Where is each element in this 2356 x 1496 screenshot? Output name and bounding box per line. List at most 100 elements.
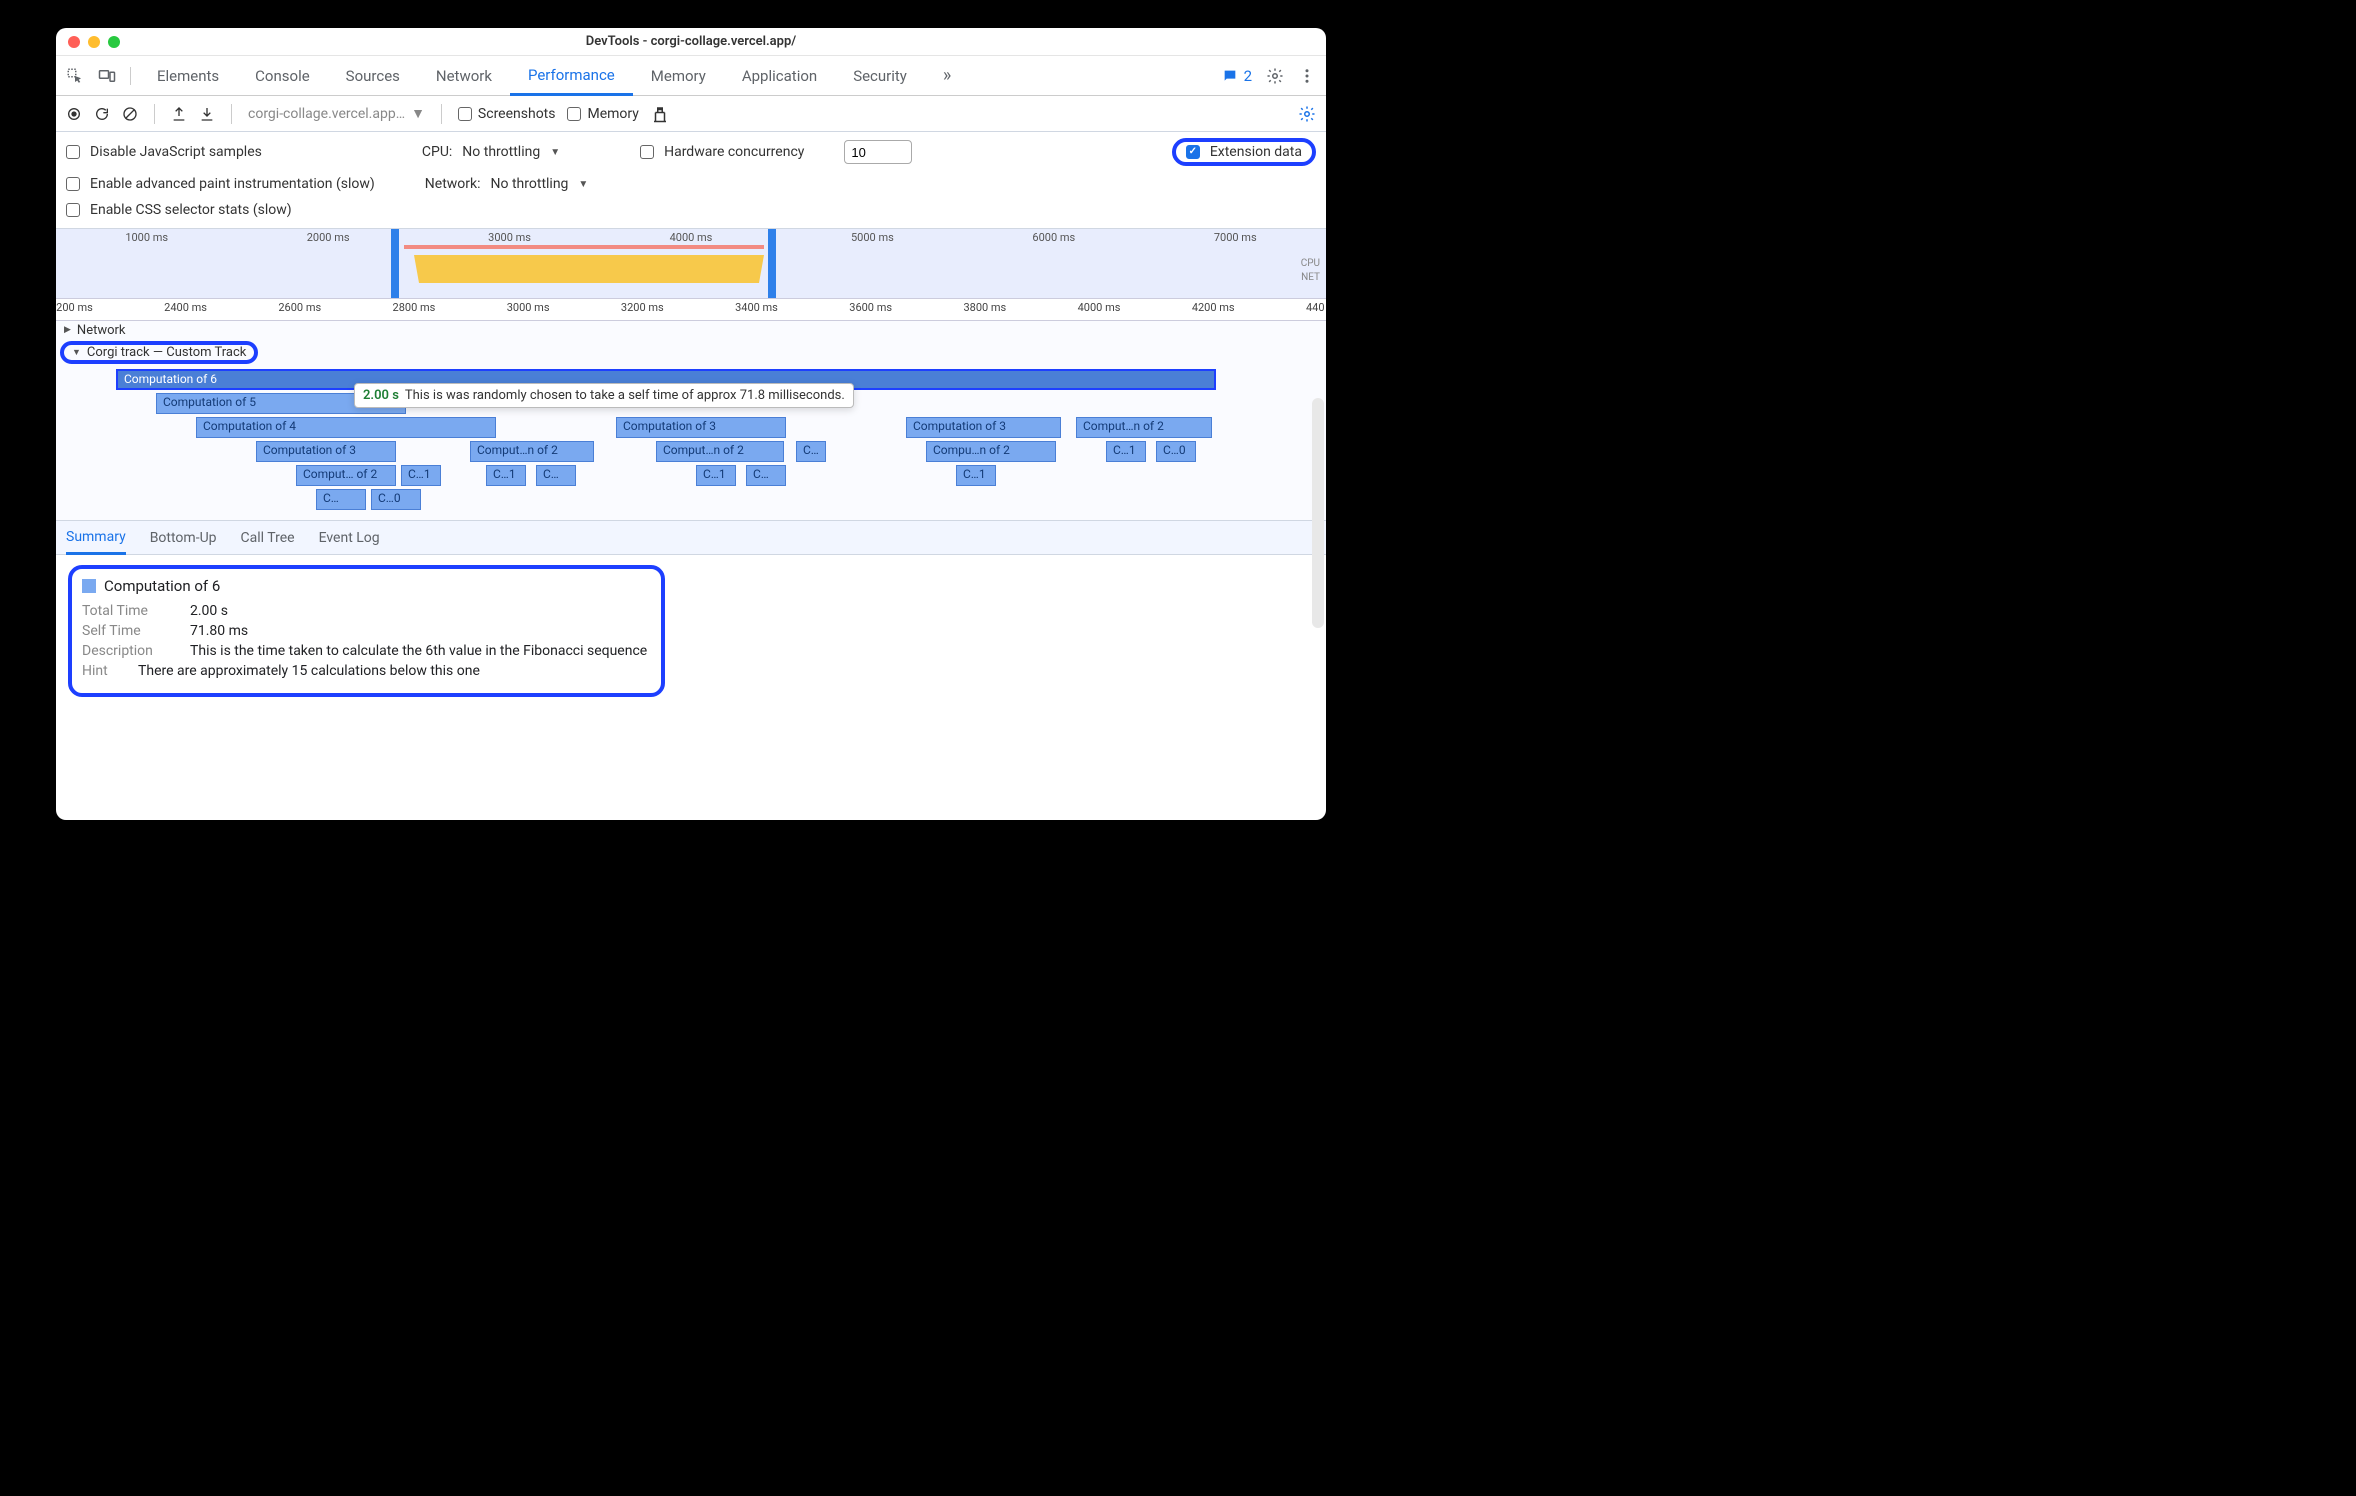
upload-icon[interactable] <box>171 106 187 122</box>
devtools-window: DevTools - corgi-collage.vercel.app/ Ele… <box>56 28 1326 820</box>
tab-event-log[interactable]: Event Log <box>319 521 380 555</box>
flame-bar[interactable]: Comput…n of 2 <box>656 441 784 462</box>
overview-left-handle[interactable] <box>391 229 399 298</box>
flame-bar[interactable]: C… <box>796 441 826 462</box>
vertical-scrollbar[interactable] <box>1312 398 1324 628</box>
titlebar: DevTools - corgi-collage.vercel.app/ <box>56 28 1326 56</box>
more-tabs-button[interactable]: » <box>925 56 969 96</box>
cpu-throttle-label: CPU: <box>422 144 452 160</box>
total-time-label: Total Time <box>82 603 174 619</box>
download-icon[interactable] <box>199 106 215 122</box>
overview-strip[interactable]: 1000 ms 2000 ms 3000 ms 4000 ms 5000 ms … <box>56 229 1326 299</box>
device-toolbar-icon[interactable] <box>98 67 116 85</box>
summary-highlight: Computation of 6 Total Time2.00 s Self T… <box>68 565 665 697</box>
issues-count: 2 <box>1244 67 1252 85</box>
flame-bar[interactable]: Computation of 4 <box>196 417 496 438</box>
capture-settings-gear-icon[interactable] <box>1298 105 1316 123</box>
tab-memory[interactable]: Memory <box>633 56 724 96</box>
settings-gear-icon[interactable] <box>1266 67 1284 85</box>
garbage-collect-icon[interactable] <box>651 105 669 123</box>
flame-bar[interactable]: Computation of 3 <box>256 441 396 462</box>
flame-bar[interactable]: C…1 <box>401 465 441 486</box>
flame-bar[interactable]: Comput…n of 2 <box>1076 417 1212 438</box>
overview-right-handle[interactable] <box>768 229 776 298</box>
close-window-button[interactable] <box>68 36 80 48</box>
css-selector-stats-checkbox[interactable]: Enable CSS selector stats (slow) <box>66 202 292 218</box>
details-tabbar: Summary Bottom-Up Call Tree Event Log <box>56 521 1326 555</box>
corgi-track-highlight: ▼ Corgi track — Custom Track <box>60 341 258 364</box>
overview-window[interactable] <box>391 229 776 298</box>
disable-js-samples-checkbox[interactable]: Disable JavaScript samples <box>66 144 262 160</box>
tab-elements[interactable]: Elements <box>139 56 237 96</box>
flame-bar[interactable]: Computation of 3 <box>616 417 786 438</box>
zoom-window-button[interactable] <box>108 36 120 48</box>
detail-ruler[interactable]: 2200 ms2400 ms2600 ms2800 ms3000 ms3200 … <box>56 299 1326 321</box>
flame-bar[interactable]: Computation of 3 <box>906 417 1061 438</box>
flame-chart-area[interactable]: ▶ Network ▼ Corgi track — Custom Track C… <box>56 321 1326 521</box>
tab-security[interactable]: Security <box>835 56 925 96</box>
overview-tick: 1000 ms <box>125 231 168 244</box>
tab-sources[interactable]: Sources <box>328 56 418 96</box>
flame-bar[interactable]: C… <box>316 489 366 510</box>
ruler-tick: 2800 ms <box>393 301 436 314</box>
clear-icon[interactable] <box>122 106 138 122</box>
ruler-tick: 3800 ms <box>963 301 1006 314</box>
record-button-icon[interactable] <box>66 106 82 122</box>
flame-bar[interactable]: C…1 <box>956 465 996 486</box>
tab-network[interactable]: Network <box>418 56 510 96</box>
tab-call-tree[interactable]: Call Tree <box>241 521 295 555</box>
chevron-down-icon: ▼ <box>411 105 425 122</box>
flame-bar[interactable]: Comput…n of 2 <box>470 441 594 462</box>
kebab-menu-icon[interactable] <box>1298 67 1316 85</box>
flame-bar[interactable]: C…0 <box>1156 441 1196 462</box>
flame-bar[interactable]: C…1 <box>696 465 736 486</box>
performance-toolbar: corgi-collage.vercel.app… ▼ Screenshots … <box>56 96 1326 132</box>
ruler-tick: 2600 ms <box>278 301 321 314</box>
ruler-tick: 440 <box>1306 301 1325 314</box>
total-time-value: 2.00 s <box>190 603 228 619</box>
cpu-throttle-select[interactable]: No throttling▼ <box>462 144 560 160</box>
network-track-header[interactable]: ▶ Network <box>56 321 1326 339</box>
tab-application[interactable]: Application <box>724 56 835 96</box>
tab-performance[interactable]: Performance <box>510 56 633 96</box>
flame-bar[interactable]: Compu…n of 2 <box>926 441 1056 462</box>
memory-checkbox[interactable]: Memory <box>567 106 638 122</box>
tab-bottom-up[interactable]: Bottom-Up <box>150 521 217 555</box>
flame-bar[interactable]: C…0 <box>371 489 421 510</box>
ruler-tick: 3400 ms <box>735 301 778 314</box>
summary-title-text: Computation of 6 <box>104 577 220 595</box>
tooltip-text: This is was randomly chosen to take a se… <box>405 388 845 403</box>
advanced-paint-checkbox[interactable]: Enable advanced paint instrumentation (s… <box>66 176 375 192</box>
issues-badge[interactable]: 2 <box>1222 67 1252 85</box>
recording-select[interactable]: corgi-collage.vercel.app… ▼ <box>248 105 425 122</box>
tab-summary[interactable]: Summary <box>66 521 126 555</box>
screenshots-checkbox[interactable]: Screenshots <box>458 106 556 122</box>
flame-bar[interactable]: C…1 <box>486 465 526 486</box>
ruler-tick: 4200 ms <box>1192 301 1235 314</box>
self-time-value: 71.80 ms <box>190 623 248 639</box>
flame-bar[interactable]: C… <box>536 465 576 486</box>
reload-record-icon[interactable] <box>94 106 110 122</box>
expand-arrow-icon: ▶ <box>64 325 71 335</box>
ruler-tick: 3000 ms <box>507 301 550 314</box>
chat-icon <box>1222 68 1238 84</box>
hint-label: Hint <box>82 663 122 679</box>
tab-console[interactable]: Console <box>237 56 328 96</box>
hardware-concurrency-input[interactable] <box>844 140 912 164</box>
extension-data-checkbox[interactable]: Extension data <box>1186 144 1302 160</box>
ruler-tick: 2200 ms <box>56 301 93 314</box>
flame-bar[interactable]: C… <box>746 465 786 486</box>
network-throttle-select[interactable]: No throttling▼ <box>491 176 589 192</box>
hardware-concurrency-checkbox[interactable]: Hardware concurrency <box>640 144 804 160</box>
flame-bar[interactable]: Comput… of 2 <box>296 465 396 486</box>
capture-settings-panel: Disable JavaScript samples CPU: No throt… <box>56 132 1326 229</box>
flame-bar[interactable]: C…1 <box>1106 441 1146 462</box>
devtools-tabs: Elements Console Sources Network Perform… <box>139 56 1212 96</box>
corgi-track-header[interactable]: Corgi track — Custom Track <box>87 345 246 360</box>
inspect-element-icon[interactable] <box>66 67 84 85</box>
hint-value: There are approximately 15 calculations … <box>138 663 480 679</box>
network-track-label: Network <box>77 323 126 338</box>
minimize-window-button[interactable] <box>88 36 100 48</box>
summary-panel: Computation of 6 Total Time2.00 s Self T… <box>56 555 1326 707</box>
network-throttle-label: Network: <box>425 176 481 192</box>
